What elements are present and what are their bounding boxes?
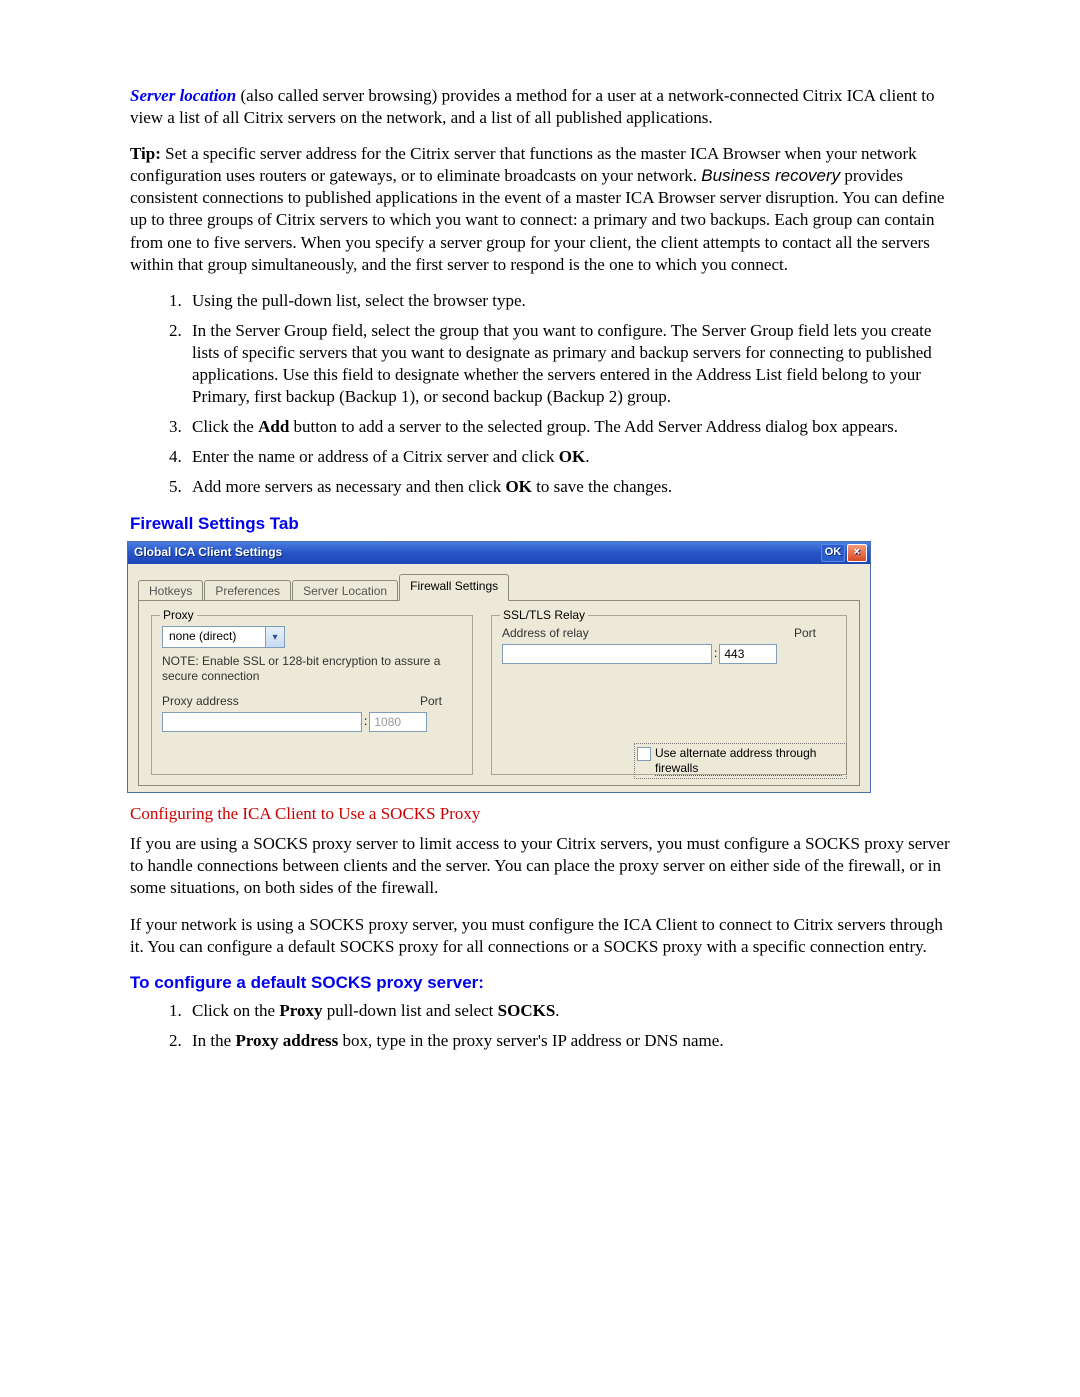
alternate-address-checkbox-group[interactable]: Use alternate address through firewalls <box>634 743 847 779</box>
proxy-legend: Proxy <box>160 608 197 624</box>
window-title: Global ICA Client Settings <box>134 545 282 561</box>
paragraph-socks-1: If you are using a SOCKS proxy server to… <box>130 833 950 899</box>
text: In the <box>192 1031 235 1050</box>
text: Click the <box>192 417 258 436</box>
alternate-address-checkbox[interactable] <box>637 747 651 761</box>
list-item: In the Proxy address box, type in the pr… <box>186 1030 950 1052</box>
text-bold: OK <box>559 447 585 466</box>
close-icon[interactable]: × <box>847 544 867 562</box>
text-bold: SOCKS <box>498 1001 556 1020</box>
tab-firewall-settings[interactable]: Firewall Settings <box>399 574 509 602</box>
proxy-address-label: Proxy address <box>162 694 239 710</box>
list-item: Enter the name or address of a Citrix se… <box>186 446 950 468</box>
window-body: Hotkeys Preferences Server Location Fire… <box>128 564 870 793</box>
term-server-location: Server location <box>130 86 236 105</box>
relay-address-label: Address of relay <box>502 626 589 642</box>
text: button to add a server to the selected g… <box>289 417 898 436</box>
alternate-address-label: Use alternate address through firewalls <box>655 746 842 776</box>
proxy-address-input[interactable] <box>162 712 362 732</box>
relay-port-label: Port <box>794 626 816 642</box>
page-content: Server location (also called server brow… <box>130 0 950 1106</box>
heading-configuring-socks: Configuring the ICA Client to Use a SOCK… <box>130 803 950 825</box>
text: Enter the name or address of a Citrix se… <box>192 447 559 466</box>
term-business-recovery: Business recovery <box>701 166 840 185</box>
tabstrip: Hotkeys Preferences Server Location Fire… <box>138 574 860 602</box>
tab-panel-firewall: Proxy none (direct) ▾ NOTE: Enable SSL o… <box>138 600 860 786</box>
list-item: Using the pull-down list, select the bro… <box>186 290 950 312</box>
list-item: Add more servers as necessary and then c… <box>186 476 950 498</box>
steps-list-a: Using the pull-down list, select the bro… <box>130 290 950 499</box>
port-separator: : <box>712 646 719 662</box>
global-ica-client-settings-window: Global ICA Client Settings OK × Hotkeys … <box>127 541 871 794</box>
text: . <box>555 1001 559 1020</box>
proxy-fieldset: Proxy none (direct) ▾ NOTE: Enable SSL o… <box>151 615 473 775</box>
proxy-type-combo[interactable]: none (direct) ▾ <box>162 626 285 648</box>
proxy-type-value: none (direct) <box>163 627 266 647</box>
text-bold: Add <box>258 417 289 436</box>
relay-address-input[interactable] <box>502 644 712 664</box>
relay-port-input[interactable] <box>719 644 777 664</box>
paragraph-server-location: Server location (also called server brow… <box>130 85 950 129</box>
steps-list-socks: Click on the Proxy pull-down list and se… <box>130 1000 950 1052</box>
text: . <box>585 447 589 466</box>
chevron-down-icon[interactable]: ▾ <box>266 627 284 647</box>
text-bold: Proxy address <box>235 1031 338 1050</box>
ssl-legend: SSL/TLS Relay <box>500 608 588 624</box>
text: box, type in the proxy server's IP addre… <box>338 1031 723 1050</box>
list-item: Click on the Proxy pull-down list and se… <box>186 1000 950 1022</box>
proxy-port-input[interactable] <box>369 712 427 732</box>
text-bold: OK <box>505 477 531 496</box>
heading-configure-default-socks: To configure a default SOCKS proxy serve… <box>130 972 950 994</box>
text: Click on the <box>192 1001 279 1020</box>
proxy-note: NOTE: Enable SSL or 128-bit encryption t… <box>162 654 462 684</box>
port-separator: : <box>362 714 369 730</box>
list-item: In the Server Group field, select the gr… <box>186 320 950 408</box>
heading-firewall-settings-tab: Firewall Settings Tab <box>130 513 950 535</box>
text: Add more servers as necessary and then c… <box>192 477 505 496</box>
paragraph-socks-2: If your network is using a SOCKS proxy s… <box>130 914 950 958</box>
titlebar[interactable]: Global ICA Client Settings OK × <box>128 542 870 564</box>
list-item: Click the Add button to add a server to … <box>186 416 950 438</box>
text-bold: Proxy <box>279 1001 322 1020</box>
text: (also called server browsing) provides a… <box>130 86 934 127</box>
text: to save the changes. <box>532 477 672 496</box>
proxy-port-label: Port <box>420 694 442 710</box>
tip-label: Tip: <box>130 144 161 163</box>
titlebar-ok-button[interactable]: OK <box>821 544 845 562</box>
paragraph-tip: Tip: Set a specific server address for t… <box>130 143 950 276</box>
text: pull-down list and select <box>322 1001 497 1020</box>
